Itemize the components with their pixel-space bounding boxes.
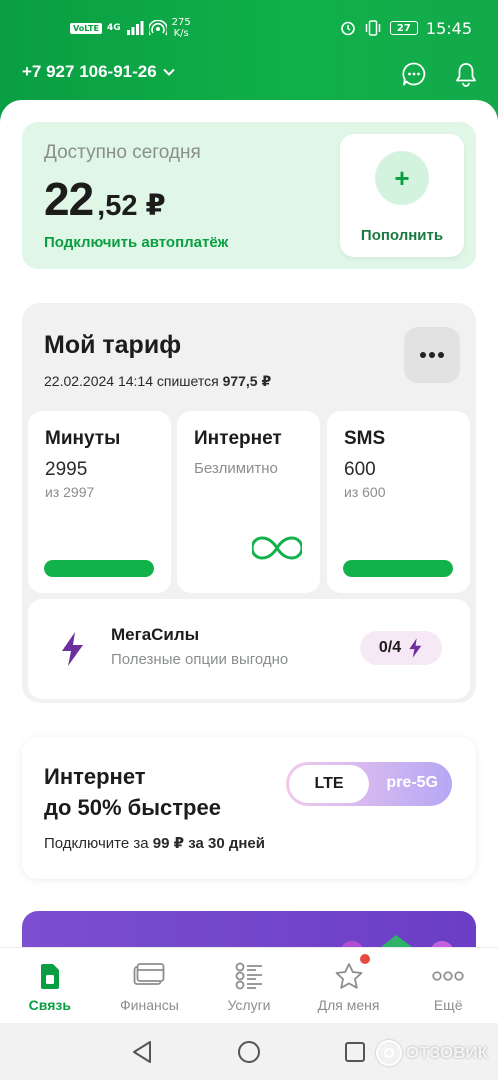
package-total: из 2997 (45, 484, 95, 500)
megasily-name: МегаСилы (111, 625, 200, 644)
pre5g-option[interactable]: pre-5G (386, 774, 438, 792)
package-name: SMS (344, 428, 386, 449)
home-icon[interactable] (237, 1040, 261, 1064)
network-type: 4G (106, 23, 121, 33)
clock: 15:45 (425, 18, 472, 38)
nav-item-services[interactable]: Услуги (199, 948, 299, 1023)
tariff-title: Мой тариф (44, 331, 182, 359)
nav-label: Связь (28, 997, 71, 1013)
back-icon[interactable] (130, 1040, 154, 1064)
header-actions (400, 60, 480, 88)
package-value: 2995 (45, 459, 88, 480)
chevron-down-icon (162, 68, 175, 76)
promo-title-line1: Интернет (44, 764, 146, 789)
card-icon (133, 961, 165, 991)
balance-label: Доступно сегодня (44, 142, 201, 163)
package-name: Минуты (45, 428, 121, 449)
tariff-charge-info: 22.02.2024 14:14 спишется 977,5 ₽ (44, 373, 271, 390)
promo-banner[interactable] (22, 911, 476, 948)
tariff-card: Мой тариф 22.02.2024 14:14 спишется 977,… (22, 303, 476, 703)
infinity-icon (252, 536, 302, 560)
status-bar-right: 27 15:45 (340, 14, 472, 42)
balance-amount: 22 ,52 ₽ (44, 172, 166, 226)
volte-badge: VoLTE (70, 22, 102, 34)
chat-icon[interactable] (400, 60, 428, 88)
nav-item-svyaz[interactable]: Связь (0, 948, 100, 1023)
lightning-icon (409, 638, 422, 658)
nav-item-more[interactable]: Ещё (398, 948, 498, 1023)
balance-card[interactable]: Доступно сегодня 22 ,52 ₽ Подключить авт… (22, 122, 476, 269)
package-progress-fill (44, 560, 154, 577)
battery-icon: 27 (389, 21, 418, 35)
watermark: ОТЗОВИК (375, 1040, 488, 1066)
nav-label: Ещё (433, 997, 463, 1013)
topup-button[interactable]: + Пополнить (340, 134, 464, 257)
sim-icon (39, 961, 61, 991)
dot (438, 352, 444, 358)
nav-label: Финансы (120, 997, 179, 1013)
status-bar-left: VoLTE 4G 275 K/s (70, 14, 191, 42)
network-speed: 275 K/s (172, 17, 191, 39)
services-icon (234, 961, 264, 991)
main-sheet: Доступно сегодня 22 ,52 ₽ Подключить авт… (0, 100, 498, 948)
plus-icon: + (375, 151, 429, 205)
promo-subtitle: Подключите за 99 ₽ за 30 дней (44, 834, 265, 852)
bell-icon[interactable] (452, 60, 480, 88)
megasily-badge: 0/4 (360, 631, 442, 665)
megasily-description: Полезные опции выгодно (111, 651, 289, 668)
megasily-count: 0/4 (378, 639, 402, 656)
promo-card[interactable]: Интернет до 50% быстрее Подключите за 99… (22, 737, 476, 879)
package-minutes[interactable]: Минуты 2995 из 2997 (28, 411, 171, 593)
balance-fraction: ,52 ₽ (97, 190, 166, 222)
package-progress-bar (44, 560, 154, 577)
package-progress-fill (343, 560, 453, 577)
phone-number-selector[interactable]: +7 927 106-91-26 (22, 62, 175, 82)
package-total: из 600 (344, 484, 386, 500)
speed-value: 275 (171, 17, 191, 28)
promo-sub-prefix: Подключите за (44, 835, 153, 852)
dot (420, 352, 426, 358)
lightning-icon (62, 632, 83, 666)
speed-unit: K/s (173, 28, 189, 39)
wifi-hotspot-icon (148, 20, 167, 36)
bottom-navigation: Связь Финансы Услуги Для меня Ещё (0, 947, 498, 1023)
package-internet[interactable]: Интернет Безлимитно (177, 411, 320, 593)
signal-icon (126, 21, 144, 35)
charge-date: 22.02.2024 14:14 спишется (44, 373, 223, 389)
recents-icon[interactable] (343, 1040, 367, 1064)
autopay-link[interactable]: Подключить автоплатёж (44, 234, 228, 251)
package-value: 600 (344, 459, 376, 480)
package-name: Интернет (194, 428, 282, 449)
promo-price: 99 ₽ за 30 дней (152, 835, 265, 852)
charge-amount: 977,5 ₽ (222, 373, 272, 389)
megasily-row[interactable]: МегаСилы Полезные опции выгодно 0/4 (28, 599, 470, 699)
promo-title-line2: до 50% быстрее (44, 795, 221, 820)
phone-number: +7 927 106-91-26 (22, 62, 157, 81)
tariff-more-button[interactable] (404, 327, 460, 383)
package-value: Безлимитно (194, 460, 278, 477)
battery-level: 27 (396, 22, 411, 34)
topup-label: Пополнить (360, 227, 444, 244)
watermark-text: ОТЗОВИК (405, 1043, 488, 1062)
promo-title: Интернет до 50% быстрее (44, 761, 221, 823)
package-progress-bar (343, 560, 453, 577)
star-icon (334, 961, 364, 991)
lte-option[interactable]: LTE (289, 765, 369, 803)
banner-decoration (341, 935, 453, 948)
alarm-icon (341, 21, 355, 36)
dot (429, 352, 435, 358)
nav-item-for-me[interactable]: Для меня (299, 948, 399, 1023)
nav-label: Услуги (227, 997, 271, 1013)
package-sms[interactable]: SMS 600 из 600 (327, 411, 470, 593)
watermark-logo-icon (375, 1040, 402, 1066)
vibrate-icon (365, 20, 381, 36)
balance-integer: 22 (44, 173, 94, 225)
notification-dot (359, 954, 370, 964)
more-icon (432, 961, 464, 991)
nav-label: Для меня (317, 997, 380, 1013)
nav-item-finance[interactable]: Финансы (100, 948, 200, 1023)
network-mode-toggle[interactable]: LTE pre-5G (286, 762, 452, 806)
